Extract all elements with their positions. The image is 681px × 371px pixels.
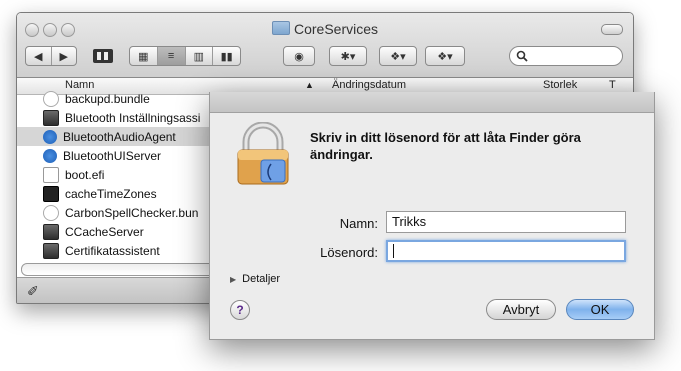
sheet-top-bar bbox=[210, 92, 654, 113]
view-mode-selector: ▦ ≡ ▥ ▮▮ bbox=[129, 46, 241, 66]
file-name: BluetoothAudioAgent bbox=[63, 129, 176, 144]
search-icon bbox=[516, 50, 528, 62]
pin-icon: ✐ bbox=[27, 283, 39, 299]
file-icon bbox=[43, 166, 59, 183]
bundle-icon bbox=[43, 204, 59, 221]
file-name: boot.efi bbox=[65, 167, 105, 182]
disclosure-triangle-icon: ▶ bbox=[230, 275, 237, 284]
folder-icon bbox=[271, 21, 290, 35]
file-name: CarbonSpellChecker.bun bbox=[65, 205, 199, 220]
titlebar: CoreServices ◀ ▶ ▦ ≡ ▥ ▮▮ ◉ ✱▾ ❖▾ ❖▾ bbox=[17, 13, 633, 78]
list-view-button[interactable]: ≡ bbox=[157, 47, 186, 65]
file-name: BluetoothUIServer bbox=[63, 148, 162, 163]
coverflow-view-button[interactable]: ▮▮ bbox=[213, 47, 240, 65]
password-label: Lösenord: bbox=[320, 245, 378, 260]
gear-icon: ✱▾ bbox=[340, 50, 356, 63]
file-name: cacheTimeZones bbox=[65, 186, 157, 201]
dropbox-menu-button[interactable]: ❖▾ bbox=[379, 46, 417, 66]
bluetooth-icon bbox=[43, 129, 57, 144]
back-button[interactable]: ◀ bbox=[26, 47, 52, 65]
file-name: Certifikatassistent bbox=[65, 243, 160, 258]
authentication-dialog: Skriv in ditt lösenord för att låta Find… bbox=[209, 92, 655, 340]
auth-message: Skriv in ditt lösenord för att låta Find… bbox=[310, 130, 581, 162]
details-label: Detaljer bbox=[242, 273, 281, 285]
help-button[interactable]: ? bbox=[230, 300, 250, 320]
dropbox-icon: ❖▾ bbox=[390, 50, 406, 63]
file-name: CCacheServer bbox=[65, 224, 144, 239]
ok-button[interactable]: OK bbox=[566, 299, 634, 320]
nav-back-forward: ◀ ▶ bbox=[25, 46, 77, 66]
app-icon bbox=[43, 109, 59, 126]
forward-button[interactable]: ▶ bbox=[52, 47, 77, 65]
name-field[interactable]: Trikks bbox=[386, 211, 626, 233]
window-title: CoreServices bbox=[17, 21, 633, 37]
cancel-button[interactable]: Avbryt bbox=[486, 299, 556, 320]
app-icon bbox=[43, 223, 59, 240]
name-field-value: Trikks bbox=[392, 214, 427, 229]
password-field[interactable] bbox=[386, 240, 626, 262]
path-icon[interactable] bbox=[92, 47, 114, 70]
bluetooth-icon bbox=[43, 148, 57, 163]
app-icon bbox=[43, 242, 59, 259]
icon-view-button[interactable]: ▦ bbox=[130, 47, 158, 65]
quicklook-button[interactable]: ◉ bbox=[283, 46, 315, 66]
dropbox-share-button[interactable]: ❖▾ bbox=[425, 46, 465, 66]
dropbox-icon: ❖▾ bbox=[437, 50, 453, 63]
toolbar-toggle-button[interactable] bbox=[601, 24, 623, 35]
file-name: Bluetooth Inställningsassi bbox=[65, 110, 201, 125]
terminal-icon bbox=[43, 185, 59, 202]
file-name: backupd.bundle bbox=[65, 91, 150, 106]
text-caret bbox=[393, 244, 394, 258]
name-label: Namn: bbox=[339, 216, 378, 231]
details-disclosure[interactable]: ▶ Detaljer bbox=[230, 273, 280, 285]
eye-icon: ◉ bbox=[294, 50, 304, 63]
bundle-icon bbox=[43, 90, 59, 107]
column-view-button[interactable]: ▥ bbox=[186, 47, 214, 65]
lock-icon bbox=[234, 121, 292, 193]
action-menu-button[interactable]: ✱▾ bbox=[329, 46, 367, 66]
search-input[interactable] bbox=[509, 46, 623, 66]
